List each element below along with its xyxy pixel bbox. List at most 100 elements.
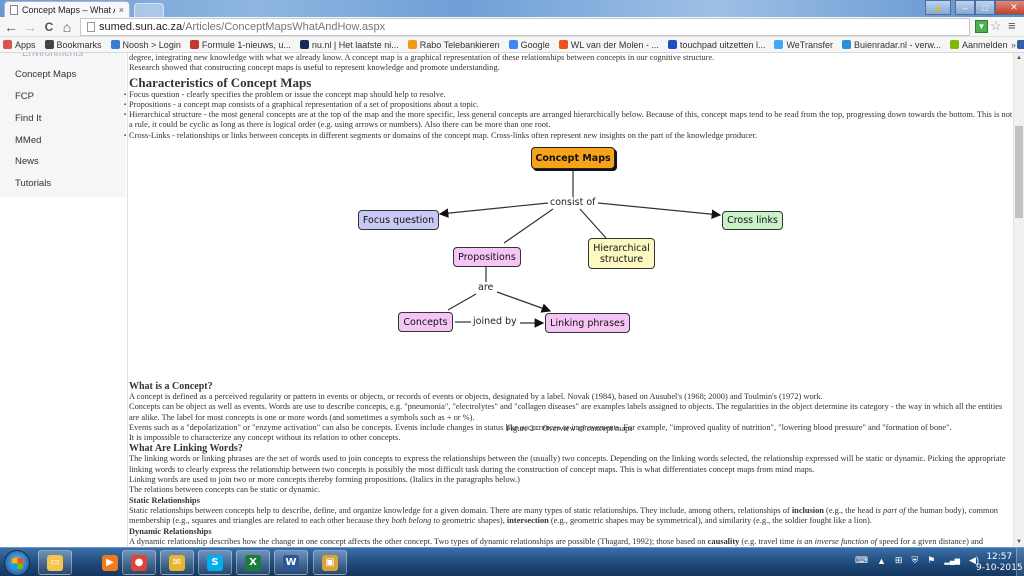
intro-text: degree, integrating new knowledge with w… <box>129 53 715 62</box>
taskbar-app-outlook[interactable]: ✉ <box>160 550 194 575</box>
bold-term: inclusion <box>791 505 824 515</box>
bookmark-favicon-icon <box>950 40 960 49</box>
linking-paragraph: Linking words are used to join two or mo… <box>129 475 520 485</box>
windows-update-icon[interactable]: ⊞ <box>895 555 903 566</box>
bold-term: causality <box>707 536 740 546</box>
bookmark-item[interactable]: Apps <box>3 40 36 50</box>
bookmark-item[interactable]: WeTransfer <box>774 40 833 50</box>
reload-button[interactable]: C <box>41 19 57 35</box>
vertical-scrollbar[interactable]: ▲ ▼ <box>1013 53 1024 547</box>
window-titlebar: Concept Maps – What An × ▲ – □ ✕ <box>0 0 1024 18</box>
browser-menu-icon[interactable]: ≡ <box>1008 18 1016 33</box>
browser-toolbar: ← → C ⌂ sumed.sun.ac.za/Articles/Concept… <box>0 17 1024 37</box>
node-focus-question: Focus question <box>358 210 439 230</box>
node-concepts: Concepts <box>398 312 453 332</box>
screen: Concept Maps – What An × ▲ – □ ✕ ← → C ⌂… <box>0 0 1024 576</box>
dynamic-paragraph: A dynamic relationship describes how the… <box>129 537 1013 547</box>
bookmarks-bar: Apps Bookmarks Noosh > Login Formule 1-nieu… <box>0 37 1024 53</box>
window-controls: – □ ✕ <box>955 0 1024 15</box>
text-span: (e.g., geometric shapes may be symmetric… <box>548 516 872 526</box>
node-linking-phrases: Linking phrases <box>545 313 630 333</box>
security-shield-icon[interactable]: ⛨ <box>911 555 918 566</box>
bookmark-label: WL van der Molen - ... <box>570 39 659 50</box>
sidebar-item-tutorials[interactable]: Tutorials <box>15 178 51 189</box>
taskbar-app-photos[interactable]: ▣ <box>313 550 347 575</box>
bookmark-label: Google <box>520 39 550 50</box>
bookmark-favicon-icon <box>558 40 568 49</box>
bookmark-item[interactable]: Noosh > Login <box>110 39 181 50</box>
scroll-down-icon[interactable]: ▼ <box>1016 539 1022 545</box>
text-span: (e.g., the head <box>823 505 876 515</box>
static-heading: Static Relationships <box>129 495 200 505</box>
sidebar-item-environments[interactable]: Environments <box>22 53 83 59</box>
scroll-up-icon[interactable]: ▲ <box>1016 55 1022 61</box>
taskbar-app-word[interactable]: W <box>274 550 308 575</box>
connector-to-hierarchical <box>579 208 607 239</box>
bookmark-item[interactable]: Buienradar.nl - verw... <box>841 40 941 50</box>
tab-close-icon[interactable]: × <box>119 5 124 15</box>
bookmark-item[interactable]: Aanmelden <box>950 40 1008 50</box>
bookmark-favicon-icon <box>299 40 309 49</box>
concept-paragraph: A concept is defined as a perceived regu… <box>129 392 823 401</box>
page-info-icon[interactable] <box>87 22 95 32</box>
bookmark-label: Bookmarks <box>56 39 102 50</box>
concept-map-connectors <box>438 169 722 328</box>
text-span: (e.g. travel time <box>739 536 797 546</box>
article-top: degree, integrating new knowledge with w… <box>124 53 1013 142</box>
list-item: Propositions - a concept map consists of… <box>124 100 1013 111</box>
bookmark-item[interactable]: Formule 1-nieuws, u... <box>189 40 291 50</box>
sidebar-item-news[interactable]: News <box>15 156 39 167</box>
tab-title: Concept Maps – What An <box>22 5 115 15</box>
close-window-button[interactable]: ✕ <box>995 0 1024 15</box>
tray-expand-icon[interactable]: ▲ <box>877 556 886 566</box>
sidebar-item-concept-maps[interactable]: Concept Maps <box>15 69 76 80</box>
extension-icon[interactable]: ▼ <box>975 20 988 33</box>
bookmark-label: WeTransfer <box>786 39 833 50</box>
bookmark-item[interactable]: Rabo Telebankieren <box>407 39 500 50</box>
bookmark-item[interactable]: nu.nl | Het laatste ni... <box>299 40 399 50</box>
taskbar-app-excel[interactable]: X <box>236 550 270 575</box>
warning-icon[interactable]: ▲ <box>925 0 951 15</box>
bookmark-item[interactable]: WL van der Molen - ... <box>558 39 659 50</box>
skype-icon: S <box>207 554 223 571</box>
intro-text: Research showed that constructing concep… <box>129 63 500 73</box>
concept-map-figure: Concept Maps consist of Focus question C… <box>128 141 1013 433</box>
bookmarks-overflow-icon[interactable]: » <box>1011 40 1016 50</box>
forward-button[interactable]: → <box>22 19 38 35</box>
bookmark-item[interactable]: WindGURU: Netherl... <box>1016 40 1024 50</box>
show-desktop-button[interactable] <box>1016 548 1024 576</box>
sidebar-item-fcp[interactable]: FCP <box>15 91 34 102</box>
maximize-button[interactable]: □ <box>975 0 995 15</box>
back-button[interactable]: ← <box>3 19 19 35</box>
bookmark-item[interactable]: Google <box>508 39 550 50</box>
taskbar-app-chrome[interactable]: ● <box>122 550 156 575</box>
connector-to-focus <box>438 202 549 218</box>
bookmark-label: Noosh > Login <box>122 39 181 50</box>
bookmark-item[interactable]: Bookmarks <box>44 39 102 50</box>
start-button[interactable] <box>4 550 30 576</box>
taskbar-app-explorer[interactable]: ▭ <box>38 550 72 575</box>
browser-tab-active[interactable]: Concept Maps – What An × <box>4 1 130 18</box>
connector-to-propositions <box>503 208 554 244</box>
bookmark-item[interactable]: touchpad uitzetten l... <box>667 40 765 50</box>
network-signal-icon[interactable]: ▂▄▆ <box>944 557 960 565</box>
concept-heading: What is a Concept? <box>129 381 213 392</box>
new-tab-button[interactable] <box>134 3 164 17</box>
bookmark-star-icon[interactable]: ☆ <box>990 18 1002 34</box>
article-body: What is a Concept? A concept is defined … <box>129 381 1013 547</box>
minimize-button[interactable]: – <box>955 0 975 15</box>
taskbar-app-skype[interactable]: S <box>198 550 232 575</box>
keyboard-icon[interactable]: ⌨ <box>855 555 868 566</box>
bookmark-favicon-icon <box>1016 40 1024 49</box>
connector-are-concepts <box>447 293 477 311</box>
list-item: Cross-Links - relationships or links bet… <box>124 131 1013 142</box>
link-joined-by: joined by <box>472 316 518 327</box>
action-center-icon[interactable]: ⚑ <box>927 555 935 566</box>
bookmark-label: Rabo Telebankieren <box>419 39 500 50</box>
address-bar[interactable]: sumed.sun.ac.za/Articles/ConceptMapsWhat… <box>80 18 970 36</box>
list-item: Hierarchical structure - the most genera… <box>124 110 1013 131</box>
home-button[interactable]: ⌂ <box>59 19 75 35</box>
scrollbar-thumb[interactable] <box>1015 126 1023 218</box>
sidebar-item-find-it[interactable]: Find It <box>15 113 41 124</box>
sidebar-item-mmed[interactable]: MMed <box>15 135 41 146</box>
